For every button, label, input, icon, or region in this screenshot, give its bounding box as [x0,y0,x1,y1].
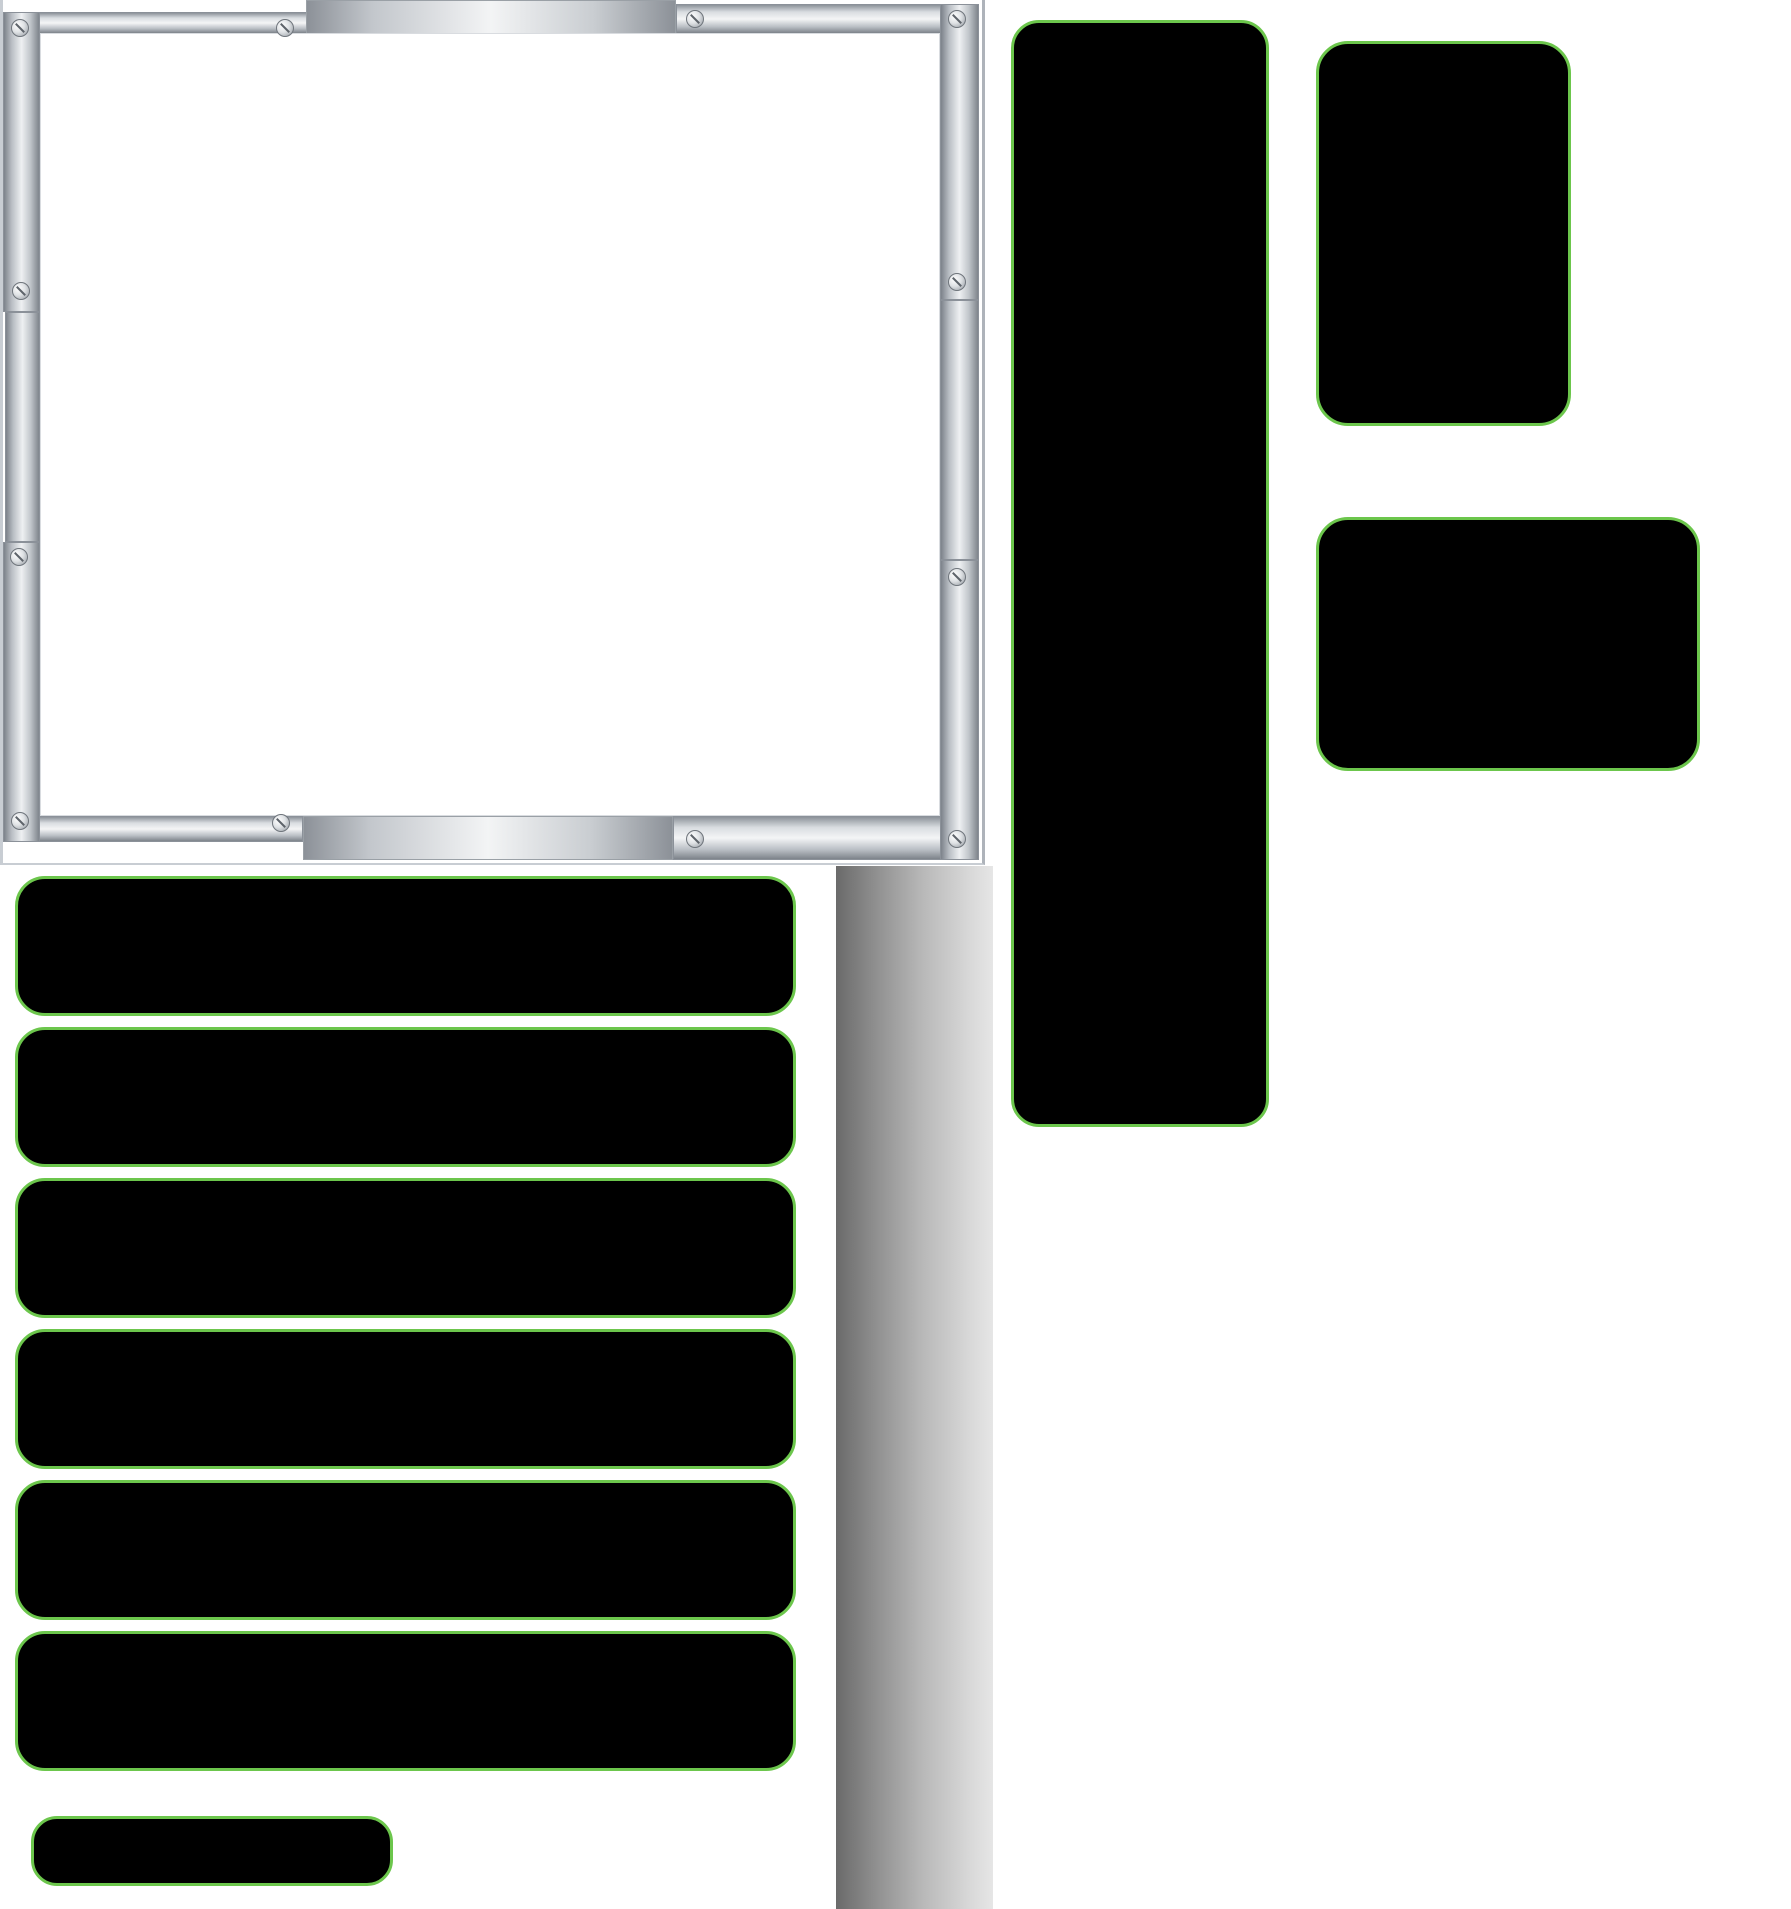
frame-bottom-left-plate [3,816,303,842]
metal-frame [0,0,985,865]
screw-icon [686,10,704,28]
tall-panel[interactable] [1011,20,1269,1127]
grey-gradient-bar [836,866,993,1909]
screw-icon [10,548,28,566]
frame-left-lower-plate [3,542,40,842]
small-button[interactable] [31,1816,393,1886]
frame-bottom-right-plate [673,816,979,860]
screw-icon [948,10,966,28]
list-button-5[interactable] [15,1480,796,1620]
screw-icon [276,19,294,37]
list-button-3[interactable] [15,1178,796,1318]
frame-bottom-center-plate [303,816,673,860]
frame-right-lower-plate [940,560,979,860]
frame-right-middle-plate [940,300,979,560]
screw-icon [11,19,29,37]
list-button-2[interactable] [15,1027,796,1167]
frame-top-center-plate [306,0,676,34]
screw-icon [948,273,966,291]
frame-top-left-plate [3,12,307,34]
screw-icon [686,830,704,848]
landscape-panel[interactable] [1316,517,1700,771]
screw-icon [948,830,966,848]
list-button-1[interactable] [15,876,796,1016]
list-button-4[interactable] [15,1329,796,1469]
portrait-panel[interactable] [1316,41,1571,426]
screw-icon [11,812,29,830]
screw-icon [948,568,966,586]
screw-icon [272,814,290,832]
frame-left-upper-plate [3,12,40,312]
screw-icon [12,282,30,300]
frame-content-area [40,33,940,816]
frame-right-upper-plate [940,4,979,300]
list-button-6[interactable] [15,1631,796,1771]
frame-top-right-plate [676,4,979,34]
frame-left-middle-plate [5,312,40,542]
